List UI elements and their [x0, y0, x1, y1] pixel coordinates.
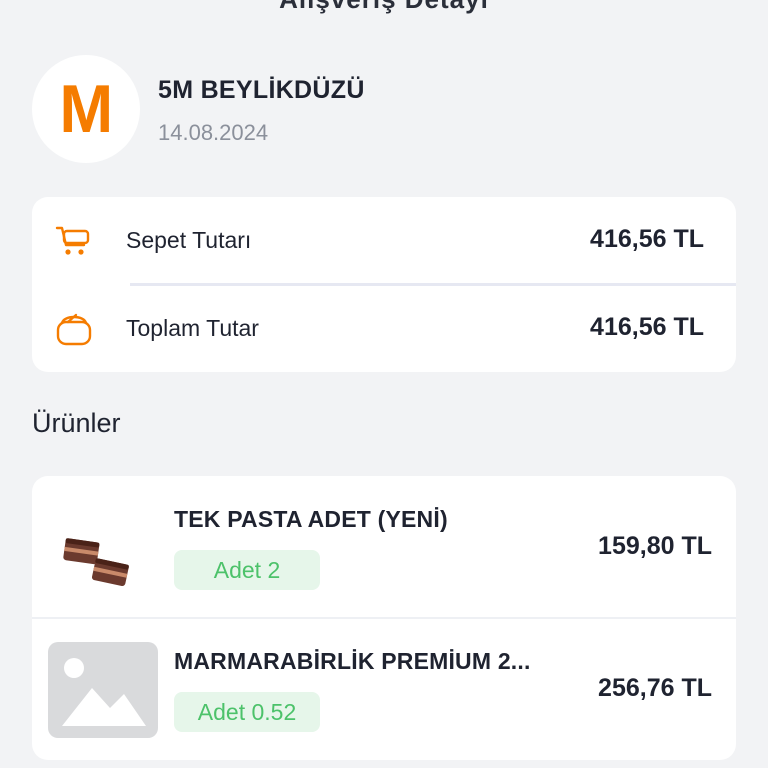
product-name: TEK PASTA ADET (YENİ)	[174, 506, 448, 532]
store-logo: M	[32, 55, 140, 163]
placeholder-image-icon	[48, 642, 158, 738]
cart-icon	[55, 226, 90, 255]
summary-label: Sepet Tutarı	[126, 227, 252, 253]
product-price: 159,80 TL	[598, 532, 712, 560]
quantity-badge: Adet 2	[174, 550, 320, 590]
quantity-badge: Adet 0.52	[174, 692, 320, 732]
summary-value: 416,56 TL	[590, 313, 704, 341]
product-item[interactable]: TEK PASTA ADET (YENİ) Adet 2 159,80 TL	[32, 476, 736, 619]
summary-value: 416,56 TL	[590, 225, 704, 253]
summary-row-total: Toplam Tutar 416,56 TL	[32, 285, 736, 373]
product-item[interactable]: MARMARABİRLİK PREMİUM 2... Adet 0.52 256…	[32, 618, 736, 760]
product-name: MARMARABİRLİK PREMİUM 2...	[174, 648, 531, 674]
store-logo-letter: M	[59, 71, 113, 147]
products-list: TEK PASTA ADET (YENİ) Adet 2 159,80 TL M…	[32, 476, 736, 760]
products-section-title: Ürünler	[32, 408, 121, 438]
product-price: 256,76 TL	[598, 674, 712, 702]
summary-row-basket: Sepet Tutarı 416,56 TL	[32, 197, 736, 286]
summary-label: Toplam Tutar	[126, 315, 259, 341]
store-date: 14.08.2024	[158, 120, 269, 145]
summary-card: Sepet Tutarı 416,56 TL Toplam Tutar 416,…	[32, 197, 736, 372]
cake-image	[63, 538, 129, 587]
store-name: 5M BEYLİKDÜZÜ	[158, 76, 365, 104]
page-header-title: Alışveriş Detayı	[0, 0, 768, 15]
wallet-icon	[56, 313, 92, 346]
